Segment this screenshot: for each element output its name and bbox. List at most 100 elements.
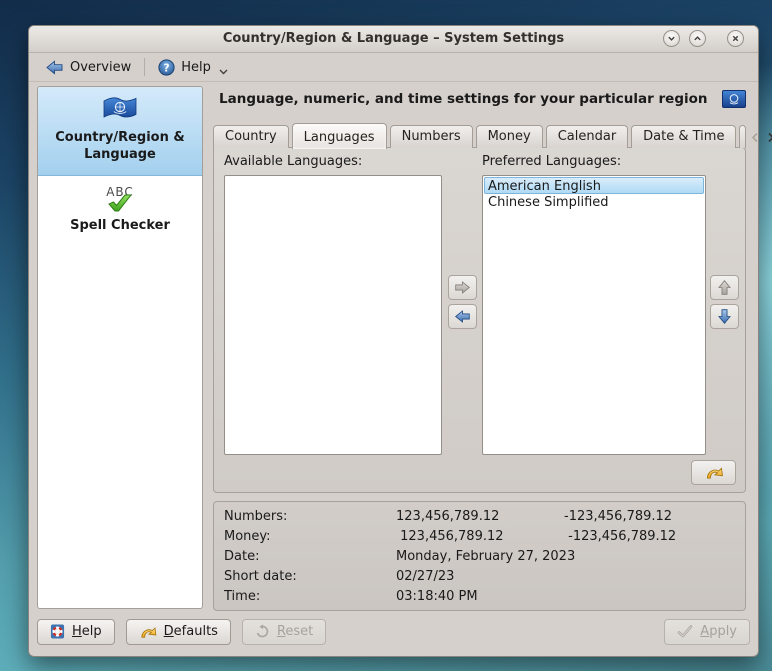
reset-icon — [255, 624, 270, 639]
apply-button-label: Apply — [700, 624, 737, 639]
minimize-button[interactable] — [663, 30, 680, 47]
titlebar[interactable]: Country/Region & Language – System Setti… — [29, 26, 758, 53]
preview-row-time: Time: 03:18:40 PM — [224, 587, 735, 607]
tab-label: Country — [225, 129, 277, 144]
page-title: Language, numeric, and time settings for… — [219, 91, 708, 107]
reset-button[interactable]: Reset — [242, 619, 326, 645]
sidebar-item-label: Country/Region & Language — [44, 130, 196, 164]
tab-label: Calendar — [558, 129, 616, 144]
svg-text:?: ? — [164, 62, 170, 74]
toolbar-separator — [144, 58, 145, 76]
move-up-button[interactable] — [710, 275, 739, 300]
desktop-background: Country/Region & Language – System Setti… — [0, 0, 772, 671]
row-label: Numbers: — [224, 507, 396, 527]
preferred-languages-list[interactable]: American English Chinese Simplified — [482, 175, 706, 455]
preview-row-short-date: Short date: 02/27/23 — [224, 567, 735, 587]
tab-scroll-right-icon[interactable] — [767, 132, 772, 143]
row-label: Date: — [224, 547, 396, 567]
row-negative-value: -123,456,789.12 — [564, 527, 735, 547]
lifebuoy-icon — [50, 624, 65, 639]
row-positive-value: 02/27/23 — [396, 567, 564, 587]
reset-button-label: Reset — [277, 624, 313, 639]
row-positive-value: 123,456,789.12 — [396, 527, 564, 547]
sidebar: Country/Region & Language ABC Spell Chec… — [37, 86, 203, 609]
chevron-up-icon — [693, 34, 702, 43]
arrow-down-icon — [717, 308, 732, 325]
tab-date-time[interactable]: Date & Time — [631, 125, 736, 148]
tab-money[interactable]: Money — [476, 125, 543, 148]
restore-default-languages-button[interactable] — [691, 460, 736, 485]
preview-row-money: Money: 123,456,789.12 -123,456,789.12 — [224, 527, 735, 547]
row-label: Time: — [224, 587, 396, 607]
list-item-american-english[interactable]: American English — [484, 177, 704, 194]
tab-country[interactable]: Country — [213, 125, 289, 148]
undo-icon — [704, 465, 724, 480]
tab-label: Languages — [304, 130, 375, 145]
preferred-languages-label: Preferred Languages: — [482, 154, 621, 169]
move-left-button[interactable] — [448, 304, 477, 329]
row-label: Money: — [224, 527, 396, 547]
available-languages-label: Available Languages: — [224, 154, 362, 169]
arrow-left-icon — [454, 309, 471, 324]
row-negative-value: -123,456,789.12 — [564, 507, 735, 527]
sidebar-item-country-region-language[interactable]: Country/Region & Language — [38, 87, 202, 176]
check-icon — [107, 193, 133, 213]
chevron-down-icon — [667, 34, 676, 43]
back-arrow-icon — [45, 60, 64, 75]
defaults-button[interactable]: Defaults — [126, 619, 231, 645]
list-item-chinese-simplified[interactable]: Chinese Simplified — [484, 194, 704, 211]
close-button[interactable] — [727, 30, 744, 47]
system-settings-window: Country/Region & Language – System Setti… — [28, 25, 759, 657]
chevron-down-icon — [219, 69, 228, 75]
row-negative-value — [564, 587, 735, 607]
check-icon — [677, 625, 693, 638]
row-positive-value: 03:18:40 PM — [396, 587, 564, 607]
languages-tab-panel: Available Languages: Preferred Languages… — [213, 147, 746, 493]
un-flag-small-icon — [722, 90, 746, 108]
row-negative-value — [564, 547, 735, 567]
tab-label: Numbers — [402, 129, 461, 144]
sidebar-item-spell-checker[interactable]: ABC Spell Checker — [38, 176, 202, 245]
arrow-up-icon — [717, 279, 732, 296]
window-title: Country/Region & Language – System Setti… — [29, 26, 758, 52]
tab-label: Date & Time — [643, 129, 724, 144]
preview-row-date: Date: Monday, February 27, 2023 — [224, 547, 735, 567]
row-label: Short date: — [224, 567, 396, 587]
tab-scroll-left-icon[interactable] — [751, 132, 759, 143]
tab-label: Other — [745, 129, 746, 144]
format-preview-panel: Numbers: 123,456,789.12 -123,456,789.12 … — [213, 501, 746, 611]
available-languages-list[interactable] — [224, 175, 442, 455]
un-flag-icon — [102, 96, 138, 121]
preview-row-numbers: Numbers: 123,456,789.12 -123,456,789.12 — [224, 507, 735, 527]
tab-label: Money — [488, 129, 531, 144]
overview-label: Overview — [70, 60, 131, 75]
sidebar-item-label: Spell Checker — [44, 218, 196, 235]
help-menu-label: Help — [181, 60, 211, 75]
move-right-button[interactable] — [448, 275, 477, 300]
tab-numbers[interactable]: Numbers — [390, 125, 473, 148]
tabbar: Country Languages Numbers Money Calendar… — [213, 122, 746, 148]
row-negative-value — [564, 567, 735, 587]
tab-languages[interactable]: Languages — [292, 123, 387, 149]
close-icon — [731, 34, 740, 43]
region-header: Language, numeric, and time settings for… — [219, 86, 746, 112]
help-menu-button[interactable]: ? Help — [149, 57, 237, 78]
main-area: Language, numeric, and time settings for… — [213, 84, 746, 614]
help-button-label: Help — [72, 624, 102, 639]
help-button[interactable]: Help — [37, 619, 115, 645]
apply-button[interactable]: Apply — [664, 619, 750, 645]
tab-calendar[interactable]: Calendar — [546, 125, 628, 148]
move-down-button[interactable] — [710, 304, 739, 329]
overview-button[interactable]: Overview — [36, 58, 140, 77]
undo-icon — [139, 625, 157, 639]
arrow-right-icon — [454, 280, 471, 295]
spell-checker-icon: ABC — [44, 186, 196, 213]
row-positive-value: Monday, February 27, 2023 — [396, 547, 564, 567]
help-icon: ? — [158, 59, 175, 76]
toolbar: Overview ? Help — [29, 53, 758, 82]
maximize-button[interactable] — [689, 30, 706, 47]
tab-other-clipped[interactable]: Other — [739, 125, 746, 148]
defaults-button-label: Defaults — [164, 624, 218, 639]
tab-scroll-controls — [751, 132, 772, 148]
row-positive-value: 123,456,789.12 — [396, 507, 564, 527]
